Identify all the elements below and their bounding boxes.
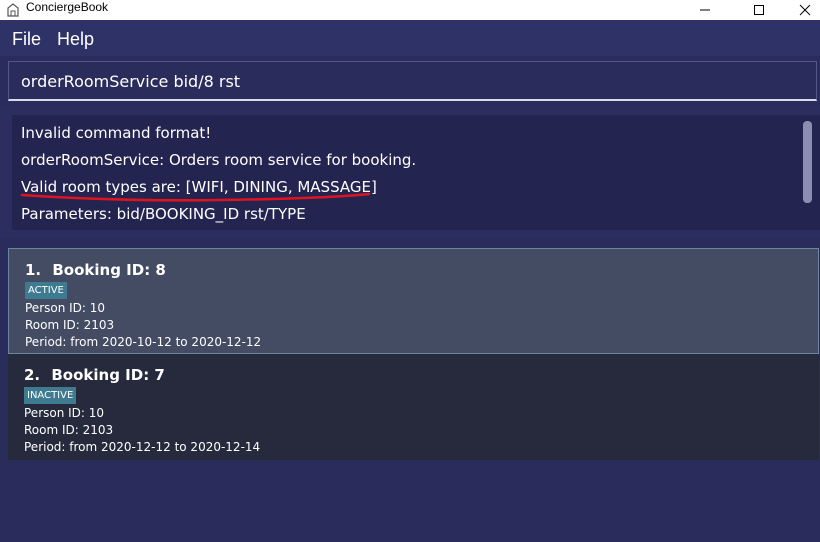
menu-bar: File Help [0,20,820,56]
app-icon [7,3,19,17]
result-line-2: orderRoomService: Orders room service fo… [21,151,417,169]
booking-title: 1. Booking ID: 8 [25,261,166,279]
maximize-icon [754,5,764,15]
close-icon [799,4,811,16]
window-title: ConciergeBook [26,0,109,14]
room-id: Room ID: 2103 [24,423,114,437]
close-button[interactable] [782,0,820,20]
result-line-1: Invalid command format! [21,124,212,142]
command-input[interactable] [21,68,801,94]
booking-index: 2. [24,366,41,384]
red-underline-annotation [20,192,371,202]
room-id: Room ID: 2103 [25,318,115,332]
booking-card[interactable]: 1. Booking ID: 8 ACTIVE Person ID: 10 Ro… [8,248,819,354]
result-line-4: Parameters: bid/BOOKING_ID rst/TYPE [21,205,306,223]
minimize-button[interactable] [682,0,728,20]
minimize-icon [700,9,710,11]
result-scrollbar[interactable] [803,121,812,203]
maximize-button[interactable] [736,0,782,20]
result-panel: Invalid command format! orderRoomService… [0,109,820,238]
person-id: Person ID: 10 [24,406,105,420]
person-id: Person ID: 10 [25,301,106,315]
menu-help[interactable]: Help [57,28,94,50]
result-display: Invalid command format! orderRoomService… [12,115,820,230]
menu-file[interactable]: File [12,28,41,50]
booking-period: Period: from 2020-10-12 to 2020-12-12 [25,335,262,349]
booking-card[interactable]: 2. Booking ID: 7 INACTIVE Person ID: 10 … [8,354,819,460]
window-titlebar: ConciergeBook [0,0,820,20]
status-badge: ACTIVE [25,282,67,299]
booking-id: Booking ID: 7 [51,366,165,384]
booking-index: 1. [25,261,42,279]
status-badge: INACTIVE [24,387,77,404]
command-box [8,61,817,101]
booking-id: Booking ID: 8 [52,261,166,279]
booking-period: Period: from 2020-12-12 to 2020-12-14 [24,440,261,454]
booking-title: 2. Booking ID: 7 [24,366,165,384]
booking-list: 1. Booking ID: 8 ACTIVE Person ID: 10 Ro… [8,248,819,542]
